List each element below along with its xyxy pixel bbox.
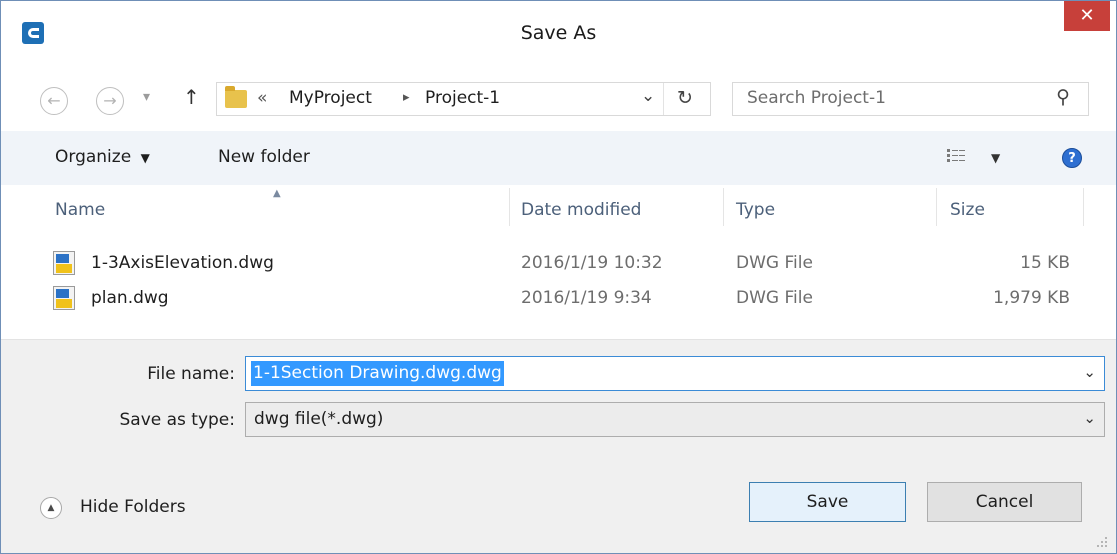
hide-folders-label: Hide Folders [80,497,186,517]
file-name-dropdown-icon[interactable]: ⌄ [1083,363,1096,381]
sort-ascending-icon: ▲ [273,188,281,199]
window-title: Save As [520,22,597,44]
dwg-file-icon [53,251,75,275]
back-button[interactable]: ← [40,87,68,115]
address-bar[interactable]: « MyProject ▸ Project-1 ⌄ ↻ [216,82,711,116]
save-as-type-select[interactable]: dwg file(*.dwg) ⌄ [245,402,1105,437]
search-input[interactable]: Search Project-1 [747,88,886,108]
file-size: 1,979 KB [993,288,1070,308]
refresh-icon[interactable]: ↻ [677,87,693,109]
column-divider[interactable] [723,188,724,226]
file-name-value[interactable]: 1-1Section Drawing.dwg.dwg [251,361,504,386]
recent-locations-button[interactable]: ▾ [143,89,150,105]
close-button[interactable]: ✕ [1064,1,1110,31]
cancel-button[interactable]: Cancel [927,482,1082,522]
file-size: 15 KB [1020,253,1070,273]
column-header-date[interactable]: Date modified [521,200,641,220]
save-as-type-dropdown-icon[interactable]: ⌄ [1083,409,1096,427]
organize-label: Organize [55,147,132,167]
up-button[interactable]: ↑ [183,85,200,109]
breadcrumb-separator-icon[interactable]: ▸ [403,90,410,105]
organize-arrow-icon: ▼ [140,151,150,165]
column-divider[interactable] [936,188,937,226]
column-header-name[interactable]: Name [55,200,105,220]
file-name-input[interactable]: 1-1Section Drawing.dwg.dwg ⌄ [245,356,1105,391]
file-type: DWG File [736,288,813,308]
file-date: 2016/1/19 9:34 [521,288,652,308]
file-row[interactable]: plan.dwg 2016/1/19 9:34 DWG File 1,979 K… [50,283,1090,313]
column-divider[interactable] [1083,188,1084,226]
resize-grip-icon[interactable] [1096,533,1108,547]
address-divider [663,83,664,115]
file-name-label: File name: [147,364,235,384]
breadcrumb-project-1[interactable]: Project-1 [425,88,500,108]
save-as-type-label: Save as type: [119,410,235,430]
organize-button[interactable]: Organize ▼ [55,147,150,167]
column-divider[interactable] [509,188,510,226]
file-type: DWG File [736,253,813,273]
help-icon[interactable]: ? [1062,148,1082,168]
address-dropdown-icon[interactable]: ⌄ [641,86,655,106]
file-date: 2016/1/19 10:32 [521,253,663,273]
column-header-type[interactable]: Type [736,200,775,220]
view-options-icon[interactable] [947,147,967,165]
view-dropdown-icon[interactable]: ▼ [991,151,1000,165]
forward-button[interactable]: → [96,87,124,115]
save-button[interactable]: Save [749,482,906,522]
search-box[interactable]: Search Project-1 ⚲ [732,82,1089,116]
file-name: 1-3AxisElevation.dwg [91,253,274,273]
breadcrumb-myproject[interactable]: MyProject [289,88,372,108]
search-icon[interactable]: ⚲ [1056,86,1070,108]
folder-icon [225,86,247,108]
dwg-file-icon [53,286,75,310]
collapse-arrow-icon: ▲ [40,497,62,519]
file-name: plan.dwg [91,288,169,308]
column-header-size[interactable]: Size [950,200,985,220]
path-overflow-icon[interactable]: « [257,88,267,108]
new-folder-button[interactable]: New folder [218,147,310,167]
save-as-type-value: dwg file(*.dwg) [254,409,384,429]
file-row[interactable]: 1-3AxisElevation.dwg 2016/1/19 10:32 DWG… [50,248,1090,278]
